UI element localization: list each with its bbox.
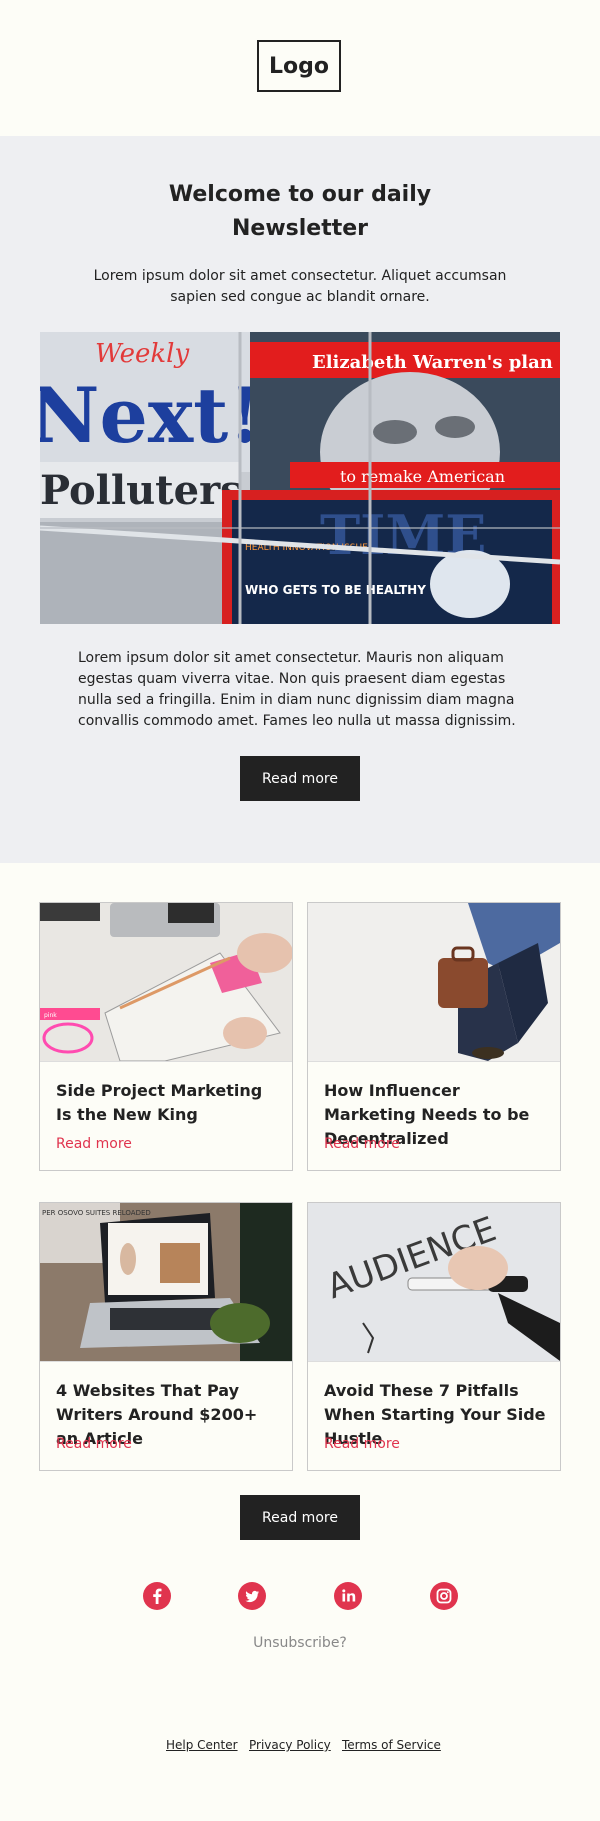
warren-text: Elizabeth Warren's plan	[312, 352, 553, 373]
laptop-website-photo: PER OSOVO SUITES RELOADED	[40, 1203, 292, 1361]
who-text: WHO GETS TO BE HEALTHY	[245, 583, 426, 597]
footer-link-privacy-policy[interactable]: Privacy Policy	[249, 1738, 331, 1752]
footer-link-terms-of-service[interactable]: Terms of Service	[342, 1738, 441, 1752]
article-read-more-link[interactable]: Read more	[56, 1436, 132, 1452]
instagram-icon[interactable]	[430, 1582, 458, 1610]
next-text: Next!	[40, 371, 262, 460]
article-card[interactable]: How Influencer Marketing Needs to be Dec…	[307, 902, 561, 1171]
svg-text:pink: pink	[44, 1012, 57, 1019]
article-card[interactable]: pink Side Project Marketing Is the New K…	[39, 902, 293, 1171]
footer-link-help-center[interactable]: Help Center	[166, 1738, 238, 1752]
more-articles-button[interactable]: Read more	[240, 1495, 360, 1540]
linkedin-icon[interactable]	[334, 1582, 362, 1610]
briefcase-walker-photo	[308, 903, 560, 1061]
twitter-icon[interactable]	[238, 1582, 266, 1610]
header: Logo	[0, 0, 600, 136]
hero-section: Welcome to our daily Newsletter Lorem ip…	[0, 136, 600, 863]
planner-desk-photo: pink	[40, 903, 292, 1061]
article-read-more-link[interactable]: Read more	[56, 1136, 132, 1152]
weekly-text: Weekly	[95, 339, 189, 369]
newsletter-title: Welcome to our daily Newsletter	[168, 182, 432, 241]
polluters-text: Polluters	[40, 467, 243, 514]
facebook-icon[interactable]	[143, 1582, 171, 1610]
article-read-more-link[interactable]: Read more	[324, 1436, 400, 1452]
article-read-more-link[interactable]: Read more	[324, 1136, 400, 1152]
logo[interactable]: Logo	[257, 40, 341, 92]
article-thumbnail: AUDIENCE	[308, 1203, 560, 1362]
article-card[interactable]: PER OSOVO SUITES RELOADED 4 Websites Tha…	[39, 1202, 293, 1471]
article-title: Side Project Marketing Is the New King	[56, 1081, 263, 1124]
article-card[interactable]: AUDIENCE Avoid These 7 Pitfalls When Sta…	[307, 1202, 561, 1471]
intro-text: Lorem ipsum dolor sit amet consectetur. …	[93, 268, 507, 305]
magazine-rack-photo: Weekly Next! Polluters Elizabeth Warren'…	[40, 332, 560, 624]
whiteboard-marker-photo: AUDIENCE	[308, 1203, 560, 1361]
hero-read-more-button[interactable]: Read more	[240, 756, 360, 801]
laptop-sign-text: PER OSOVO SUITES RELOADED	[42, 1209, 151, 1217]
hero-image: Weekly Next! Polluters Elizabeth Warren'…	[40, 332, 560, 624]
remake-text: to remake American	[340, 467, 505, 486]
article-thumbnail	[308, 903, 560, 1062]
hero-body-text: Lorem ipsum dolor sit amet consectetur. …	[78, 650, 516, 729]
article-thumbnail: pink	[40, 903, 292, 1062]
article-thumbnail: PER OSOVO SUITES RELOADED	[40, 1203, 292, 1362]
unsubscribe-link[interactable]: Unsubscribe?	[0, 1635, 600, 1651]
